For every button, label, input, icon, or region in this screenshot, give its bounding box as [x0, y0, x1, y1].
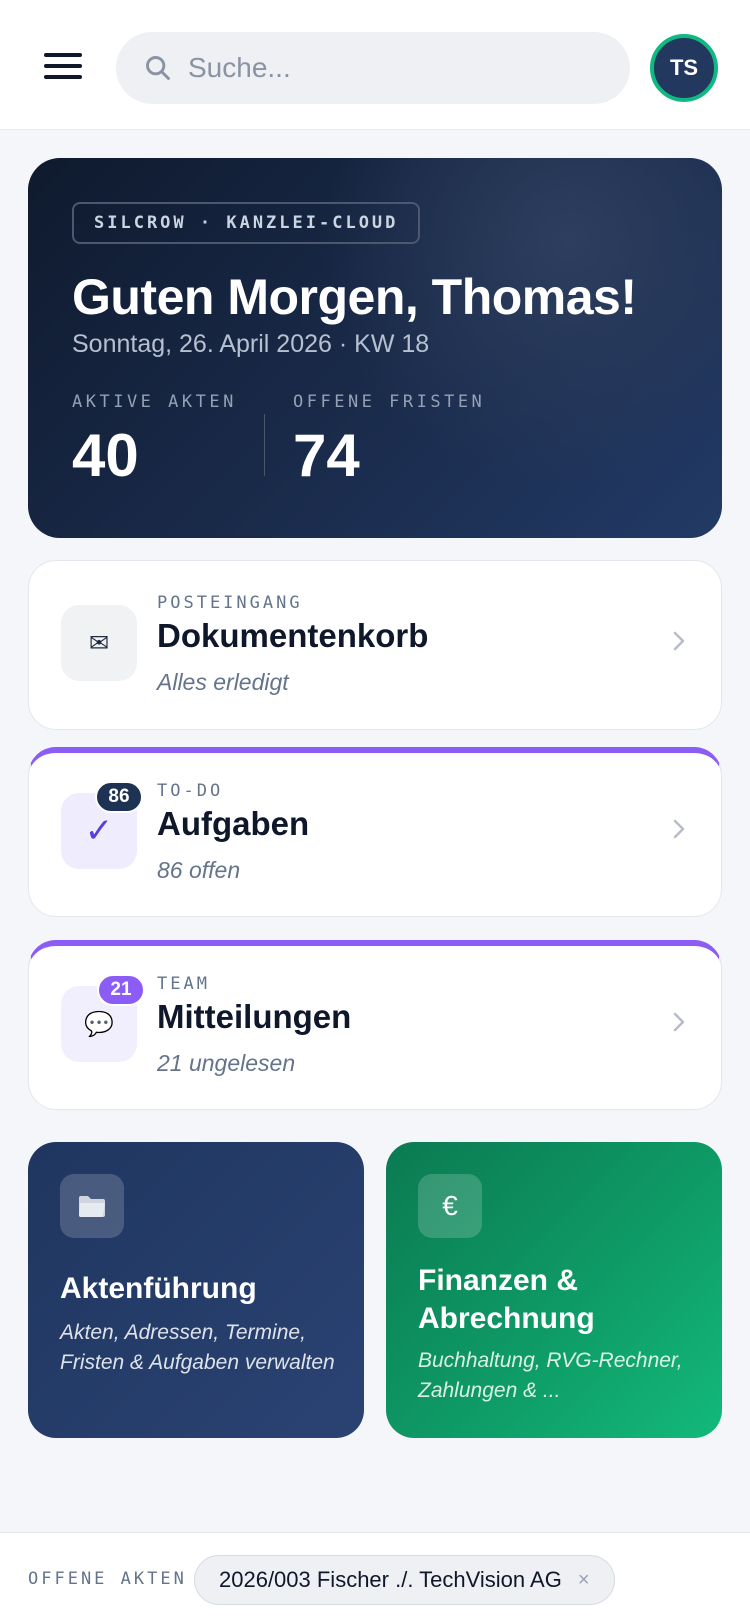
card-subtitle: 21 ungelesen: [157, 1050, 296, 1076]
euro-icon: €: [418, 1174, 482, 1238]
open-file-chip[interactable]: 2026/003 Fischer ./. TechVision AG ×: [194, 1555, 615, 1605]
folder-icon: [60, 1174, 124, 1238]
stat-label: AKTIVE AKTEN: [72, 392, 237, 412]
brand-tag: SILCROW · KANZLEI-CLOUD: [72, 202, 421, 244]
card-title: Dokumentenkorb: [157, 617, 429, 654]
stat-value: 40: [72, 422, 139, 489]
checkmark-glyph: ✓: [84, 812, 114, 850]
tile-case-management[interactable]: Aktenführung Akten, Adressen, Termine, F…: [28, 1142, 364, 1438]
tile-finance[interactable]: € Finanzen & Abrechnung Buchhaltung, RVG…: [386, 1142, 722, 1438]
stat-active-files: AKTIVE AKTEN 40: [72, 392, 237, 486]
chevron-right-icon: [673, 631, 685, 651]
card-subtitle: Alles erledigt: [157, 669, 289, 695]
open-files-bar: OFFENE AKTEN 2026/003 Fischer ./. TechVi…: [0, 1532, 750, 1624]
search-icon: [146, 56, 170, 80]
tile-description: Akten, Adressen, Termine, Fristen & Aufg…: [60, 1321, 335, 1374]
tile-title: Aktenführung: [60, 1272, 257, 1305]
current-date: Sonntag, 26. April 2026 · KW 18: [72, 330, 430, 358]
chevron-right-icon: [673, 1012, 685, 1032]
card-title: Mitteilungen: [157, 998, 352, 1035]
tasks-card[interactable]: ✓ 86 TO-DO Aufgaben 86 offen: [28, 747, 722, 917]
card-kicker: POSTEINGANG: [157, 593, 303, 613]
card-kicker: TO-DO: [157, 781, 224, 801]
hamburger-menu-icon[interactable]: [44, 50, 84, 80]
open-file-chip-label: 2026/003 Fischer ./. TechVision AG: [219, 1567, 562, 1592]
messages-card[interactable]: 💬 21 TEAM Mitteilungen 21 ungelesen: [28, 940, 722, 1110]
search-input[interactable]: [188, 46, 608, 90]
search-bar[interactable]: [116, 32, 630, 104]
card-subtitle: 86 offen: [157, 857, 241, 883]
open-files-label: OFFENE AKTEN: [28, 1569, 187, 1589]
top-bar: TS: [0, 0, 750, 130]
stat-divider: [264, 414, 265, 476]
checkmark-icon: ✓ 86: [61, 781, 143, 869]
greeting-title: Guten Morgen, Thomas!: [72, 269, 637, 325]
tile-description: Buchhaltung, RVG-Rechner, Zahlungen & ..…: [418, 1349, 683, 1402]
stat-label: OFFENE FRISTEN: [293, 392, 486, 412]
inbox-card[interactable]: ✉ POSTEINGANG Dokumentenkorb Alles erled…: [28, 560, 722, 730]
user-avatar[interactable]: TS: [650, 34, 718, 102]
stat-value: 74: [293, 422, 360, 489]
tasks-count-badge: 86: [95, 781, 143, 813]
stat-open-deadlines: OFFENE FRISTEN 74: [293, 392, 485, 486]
speech-bubble-icon: 💬 21: [61, 974, 145, 1062]
card-kicker: TEAM: [157, 974, 210, 994]
envelope-icon: ✉: [61, 605, 137, 681]
tile-title: Finanzen & Abrechnung: [418, 1264, 595, 1335]
close-icon[interactable]: ×: [578, 1569, 590, 1592]
messages-count-badge: 21: [97, 974, 145, 1006]
speech-bubble-glyph: 💬: [84, 1010, 114, 1038]
chevron-right-icon: [673, 819, 685, 839]
welcome-hero-card: SILCROW · KANZLEI-CLOUD Guten Morgen, Th…: [28, 158, 722, 538]
card-title: Aufgaben: [157, 805, 310, 842]
